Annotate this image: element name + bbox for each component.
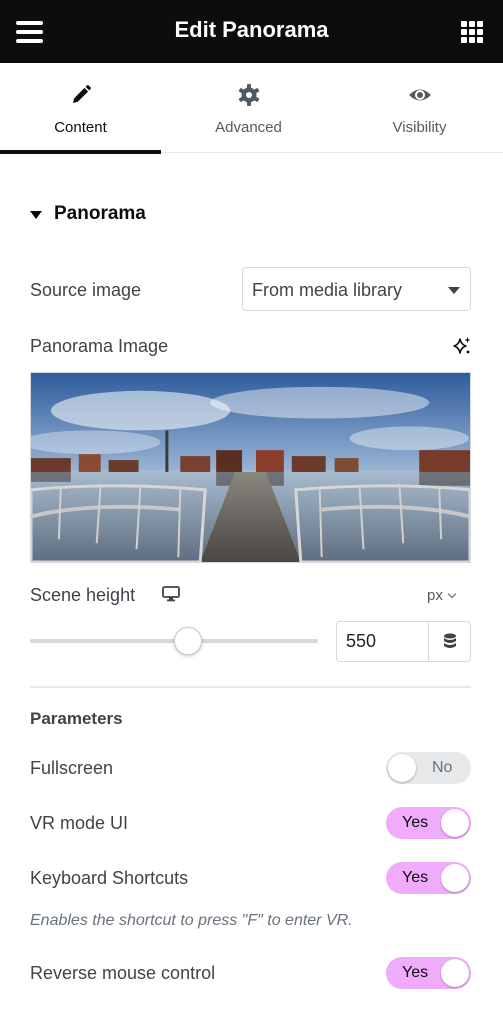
desktop-monitor-icon[interactable] xyxy=(162,586,180,602)
panel-tabs: Content Advanced Visibility xyxy=(0,63,503,154)
parameters-heading: Parameters xyxy=(30,709,123,728)
reverse-mouse-toggle[interactable]: Yes xyxy=(386,957,471,989)
vr-mode-ui-toggle[interactable]: Yes xyxy=(386,807,471,839)
unit-value: px xyxy=(427,587,443,604)
tab-content[interactable]: Content xyxy=(0,63,161,154)
fullscreen-toggle-state: No xyxy=(432,759,453,776)
tab-content-label: Content xyxy=(54,119,107,136)
source-image-label: Source image xyxy=(30,280,142,300)
caret-down-icon xyxy=(30,211,42,219)
fullscreen-label: Fullscreen xyxy=(30,758,114,778)
pencil-icon xyxy=(72,85,91,103)
fullscreen-toggle[interactable]: No xyxy=(386,752,471,784)
database-icon xyxy=(444,633,456,648)
toggle-knob xyxy=(441,864,469,892)
unit-selector[interactable]: px xyxy=(427,587,457,604)
panorama-image-label: Panorama Image xyxy=(30,336,169,356)
gear-icon xyxy=(238,84,259,106)
toggle-knob xyxy=(441,809,469,837)
scene-height-input[interactable] xyxy=(336,621,429,662)
source-image-select[interactable]: From media library xyxy=(242,267,471,311)
section-divider xyxy=(30,686,471,688)
tab-advanced[interactable]: Advanced xyxy=(161,63,336,153)
page-title: Edit Panorama xyxy=(174,17,329,42)
toggle-knob xyxy=(388,754,416,782)
editor-header: Edit Panorama xyxy=(0,0,503,63)
chevron-down-icon xyxy=(448,287,460,294)
reverse-mouse-toggle-state: Yes xyxy=(402,964,429,981)
chevron-down-icon xyxy=(447,589,457,599)
keyboard-shortcuts-description: Enables the shortcut to press "F" to ent… xyxy=(30,912,353,929)
tab-advanced-label: Advanced xyxy=(215,119,282,136)
scene-height-label: Scene height xyxy=(30,585,136,605)
scene-height-slider-handle[interactable] xyxy=(174,627,203,655)
reverse-mouse-label: Reverse mouse control xyxy=(30,963,216,983)
sparkle-ai-icon[interactable] xyxy=(452,336,472,356)
source-image-value: From media library xyxy=(252,280,403,300)
section-title: Panorama xyxy=(54,203,146,224)
eye-icon xyxy=(408,89,431,101)
keyboard-shortcuts-label: Keyboard Shortcuts xyxy=(30,868,189,888)
dynamic-tags-button[interactable] xyxy=(428,621,471,662)
panorama-image-preview[interactable] xyxy=(30,372,471,563)
keyboard-shortcuts-toggle[interactable]: Yes xyxy=(386,862,471,894)
tab-visibility[interactable]: Visibility xyxy=(336,63,503,153)
vr-mode-ui-label: VR mode UI xyxy=(30,813,129,833)
grid-apps-icon[interactable] xyxy=(461,21,483,43)
toggle-knob xyxy=(441,959,469,987)
vr-mode-ui-toggle-state: Yes xyxy=(402,814,429,831)
keyboard-shortcuts-toggle-state: Yes xyxy=(402,869,429,886)
tab-visibility-label: Visibility xyxy=(392,119,447,136)
